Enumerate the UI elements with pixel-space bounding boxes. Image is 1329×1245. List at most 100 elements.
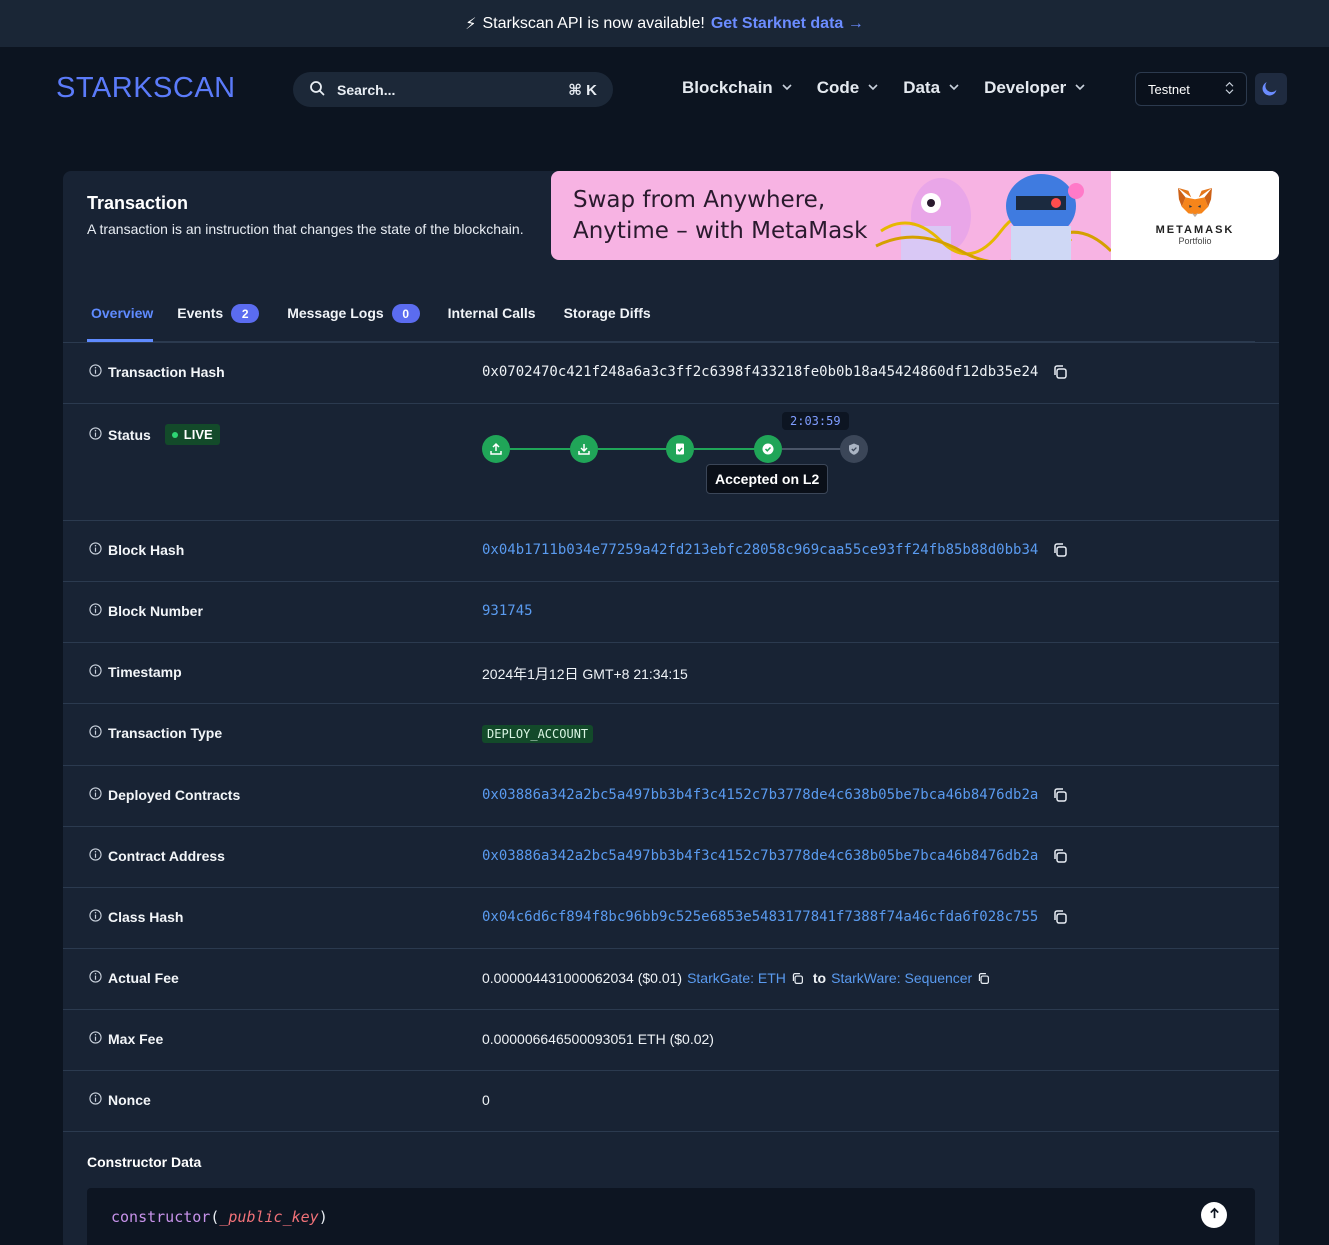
actual-fee-value: 0.000004431000062034 ($0.01) xyxy=(482,970,683,986)
tab-message-logs[interactable]: Message Logs 0 xyxy=(283,299,423,342)
lightning-icon: ⚡ xyxy=(465,15,477,33)
copy-icon[interactable] xyxy=(1052,787,1068,803)
live-dot xyxy=(171,431,178,438)
contract-address-link[interactable]: 0x03886a342a2bc5a497bb3b4f3c4152c7b3778d… xyxy=(482,848,1038,864)
copy-icon[interactable] xyxy=(791,972,804,985)
metamask-brand: METAMASK Portfolio xyxy=(1111,171,1279,260)
live-text: LIVE xyxy=(183,427,213,442)
logo[interactable]: STARKSCAN xyxy=(56,72,236,105)
step-line xyxy=(694,448,756,450)
row-status: Status LIVE 2:03:59 Accepted on L2 xyxy=(63,403,1279,520)
ad-illustration xyxy=(875,174,1113,260)
copy-icon[interactable] xyxy=(1052,909,1068,925)
copy-icon[interactable] xyxy=(1052,542,1068,558)
search-input[interactable]: Search... ⌘ K xyxy=(293,72,613,107)
block-number-link[interactable]: 931745 xyxy=(482,603,533,619)
tab-storage-diffs[interactable]: Storage Diffs xyxy=(560,299,655,342)
step-line xyxy=(510,448,570,450)
count-badge: 2 xyxy=(231,304,260,323)
moon-icon xyxy=(1261,78,1281,101)
nav-label: Developer xyxy=(984,78,1067,97)
network-select[interactable]: Testnet xyxy=(1135,72,1247,106)
info-icon xyxy=(89,1092,102,1108)
label-text: Transaction Type xyxy=(108,725,223,741)
step-shield-icon[interactable] xyxy=(840,435,868,463)
row-label: Transaction Type xyxy=(89,725,222,741)
info-icon xyxy=(89,848,102,864)
fee-to-link[interactable]: StarkWare: Sequencer xyxy=(831,970,972,986)
label-text: Transaction Hash xyxy=(108,364,225,380)
row-nonce: Nonce 0 xyxy=(63,1070,1279,1131)
scroll-to-top-button[interactable] xyxy=(1201,1202,1227,1228)
updown-chevron-icon xyxy=(1225,81,1234,98)
label-text: Timestamp xyxy=(108,664,182,680)
row-block-number: Block Number 931745 xyxy=(63,581,1279,642)
tab-overview[interactable]: Overview xyxy=(87,299,154,342)
info-icon xyxy=(89,1031,102,1047)
code-argument: _public_key xyxy=(219,1208,319,1226)
fee-from-link[interactable]: StarkGate: ETH xyxy=(687,970,786,986)
status-timer: 2:03:59 xyxy=(782,412,849,430)
copy-icon[interactable] xyxy=(1052,848,1068,864)
tab-events[interactable]: Events 2 xyxy=(173,299,263,342)
block-hash-link[interactable]: 0x04b1711b034e77259a42fd213ebfc28058c969… xyxy=(482,542,1038,558)
row-label: Deployed Contracts xyxy=(89,787,240,803)
count-badge: 0 xyxy=(391,304,420,323)
row-label: Max Fee xyxy=(89,1031,163,1047)
deployed-contract-link[interactable]: 0x03886a342a2bc5a497bb3b4f3c4152c7b3778d… xyxy=(482,787,1038,803)
code-function: constructor xyxy=(111,1208,211,1226)
row-value: 0x0702470c421f248a6a3c3ff2c6398f433218fe… xyxy=(482,364,1068,380)
chevron-down-icon xyxy=(948,78,960,98)
row-value: 2024年1月12日 GMT+8 21:34:15 xyxy=(482,664,688,684)
nav-code[interactable]: Code xyxy=(817,78,880,98)
announcement-link[interactable]: Get Starknet data → xyxy=(711,15,864,33)
row-value: 0x04c6d6cf894f8bc96bb9c525e6853e54831778… xyxy=(482,909,1068,925)
copy-icon[interactable] xyxy=(977,972,990,985)
theme-toggle-button[interactable] xyxy=(1255,73,1287,105)
row-label: Actual Fee xyxy=(89,970,179,986)
step-accepted-check-icon[interactable] xyxy=(754,435,782,463)
info-icon xyxy=(89,603,102,619)
label-text: Deployed Contracts xyxy=(108,787,241,803)
tab-label: Message Logs xyxy=(287,305,384,321)
row-max-fee: Max Fee 0.000006646500093051 ETH ($0.02) xyxy=(63,1009,1279,1070)
ad-banner[interactable]: Swap from Anywhere, Anytime – with MetaM… xyxy=(551,171,1279,260)
status-tooltip: Accepted on L2 xyxy=(706,464,829,494)
announcement-bar: ⚡ Starkscan API is now available! Get St… xyxy=(0,0,1329,47)
nav-label: Code xyxy=(816,78,860,97)
row-contract-address: Contract Address 0x03886a342a2bc5a497bb3… xyxy=(63,826,1279,887)
status-stepper: 2:03:59 Accepted on L2 xyxy=(482,412,882,504)
nav-label: Blockchain xyxy=(682,78,773,97)
step-received-icon[interactable] xyxy=(482,435,510,463)
copy-icon[interactable] xyxy=(1052,364,1068,380)
tab-label: Storage Diffs xyxy=(563,305,651,321)
row-value: 0.000006646500093051 ETH ($0.02) xyxy=(482,1031,714,1047)
chevron-down-icon xyxy=(1074,78,1086,98)
row-timestamp: Timestamp 2024年1月12日 GMT+8 21:34:15 xyxy=(63,642,1279,703)
row-value: DEPLOY_ACCOUNT xyxy=(482,725,594,743)
label-text: Block Hash xyxy=(108,542,185,558)
row-value: 0x03886a342a2bc5a497bb3b4f3c4152c7b3778d… xyxy=(482,787,1068,803)
step-download-icon[interactable] xyxy=(570,435,598,463)
row-value: 0.000004431000062034 ($0.01) StarkGate: … xyxy=(482,970,990,986)
row-label: Status LIVE xyxy=(89,424,220,445)
label-text: Block Number xyxy=(108,603,203,619)
transaction-card: Transaction A transaction is an instruct… xyxy=(63,171,1279,1245)
class-hash-link[interactable]: 0x04c6d6cf894f8bc96bb9c525e6853e54831778… xyxy=(482,909,1038,925)
nav-data[interactable]: Data xyxy=(903,78,960,98)
transaction-hash-value: 0x0702470c421f248a6a3c3ff2c6398f433218fe… xyxy=(482,364,1039,380)
nav-blockchain[interactable]: Blockchain xyxy=(682,78,793,98)
nav-developer[interactable]: Developer xyxy=(984,78,1086,98)
row-label: Block Number xyxy=(89,603,203,619)
code-paren-close: ) xyxy=(318,1208,328,1226)
row-label: Class Hash xyxy=(89,909,183,925)
max-fee-value: 0.000006646500093051 ETH ($0.02) xyxy=(482,1031,714,1047)
step-document-check-icon[interactable] xyxy=(666,435,694,463)
tab-bar: Overview Events 2 Message Logs 0 Interna… xyxy=(87,299,1255,342)
constructor-title: Constructor Data xyxy=(87,1154,202,1170)
tab-label: Events xyxy=(177,305,224,321)
row-value: 931745 xyxy=(482,603,533,619)
tab-internal-calls[interactable]: Internal Calls xyxy=(444,299,540,342)
nonce-value: 0 xyxy=(482,1092,490,1108)
info-icon xyxy=(89,725,102,741)
